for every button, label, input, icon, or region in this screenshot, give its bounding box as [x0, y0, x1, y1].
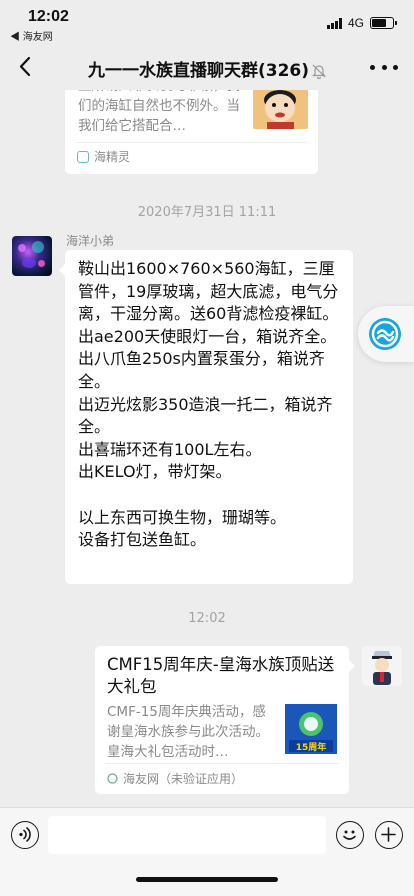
timestamp: 12:02	[188, 611, 226, 626]
link-source-label: 海友网（未验证应用）	[123, 772, 244, 786]
more-options-button[interactable]	[370, 56, 398, 78]
thumbnail-label: 15周年	[296, 741, 327, 753]
voice-input-button[interactable]	[11, 821, 39, 849]
back-to-app-link[interactable]: ◀ 海友网	[10, 28, 53, 43]
message-bubble[interactable]: 鞍山出1600×760×560海缸，三厘管件，19厚玻璃，超大底滤，电气分离，干…	[59, 250, 353, 584]
link-icon	[369, 318, 401, 350]
link-source: 海友网（未验证应用）	[107, 770, 243, 787]
chat-messages[interactable]: 止所谓人靠衣装马靠鞍，我们的海缸自然也不例外。当我们给它搭配合… 海精灵 202…	[0, 90, 414, 807]
link-thumbnail: 15周年	[285, 704, 337, 754]
status-time: 12:02	[28, 8, 69, 25]
chat-title: 九一一水族直播聊天群(326)	[0, 56, 414, 81]
shared-article-card[interactable]: 止所谓人靠衣装马靠鞍，我们的海缸自然也不例外。当我们给它搭配合… 海精灵	[65, 90, 318, 174]
mute-bell-icon	[312, 64, 326, 79]
mini-program-icon	[77, 150, 89, 163]
article-source-label: 海精灵	[94, 150, 131, 164]
link-title: CMF15周年庆-皇海水族顶贴送大礼包	[107, 655, 335, 696]
article-description: 止所谓人靠衣装马靠鞍，我们的海缸自然也不例外。当我们给它搭配合…	[78, 90, 240, 134]
web-icon	[107, 773, 118, 784]
home-indicator	[136, 877, 278, 882]
status-indicators: 4G	[326, 16, 397, 30]
plus-icon	[381, 827, 396, 842]
battery-icon	[370, 17, 397, 29]
article-source: 海精灵	[77, 148, 130, 165]
emoji-button[interactable]	[336, 821, 364, 849]
message-text: 鞍山出1600×760×560海缸，三厘管件，19厚玻璃，超大底滤，电气分离，干…	[78, 259, 339, 550]
more-functions-button[interactable]	[375, 821, 403, 849]
status-bar: 12:02 ◀ 海友网 4G	[0, 0, 414, 44]
timestamp: 2020年7月31日 11:11	[137, 205, 277, 220]
voice-icon	[19, 827, 31, 842]
card-divider	[75, 142, 308, 143]
avatar[interactable]	[12, 236, 52, 276]
chat-header: 九一一水族直播聊天群(326)	[0, 44, 414, 90]
floating-link-button[interactable]	[358, 306, 414, 362]
chat-title-text: 九一一水族直播聊天群(326)	[87, 61, 310, 81]
message-input[interactable]	[48, 816, 326, 854]
sender-name: 海洋小弟	[66, 234, 115, 248]
article-thumbnail	[253, 90, 308, 129]
network-label: 4G	[347, 16, 364, 30]
signal-icon	[326, 17, 342, 29]
avatar[interactable]	[362, 646, 402, 686]
link-description: CMF-15周年庆典活动，感谢皇海水族参与此次活动。皇海大礼包活动时…	[107, 704, 269, 760]
shared-link-card[interactable]: CMF15周年庆-皇海水族顶贴送大礼包 CMF-15周年庆典活动，感谢皇海水族参…	[95, 646, 355, 794]
emoji-icon	[343, 830, 356, 840]
card-divider	[105, 763, 339, 764]
input-bar	[0, 807, 414, 896]
